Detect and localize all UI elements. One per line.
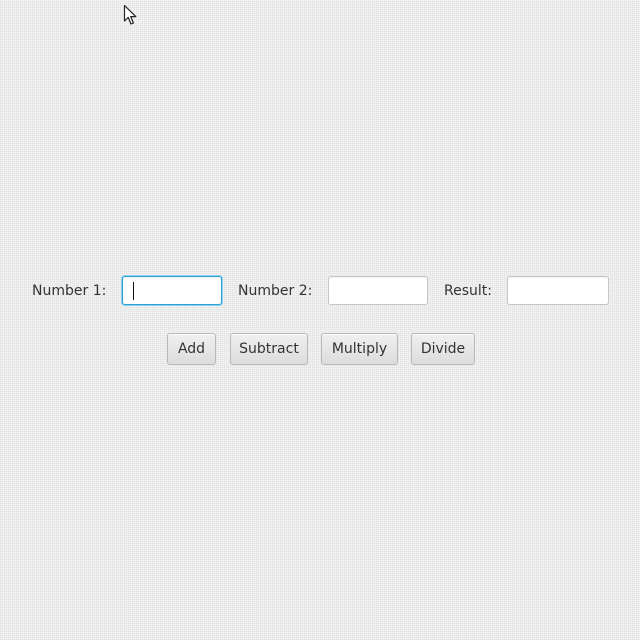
number2-label: Number 2: [238, 283, 313, 299]
result-output-field[interactable] [507, 276, 609, 305]
add-button[interactable]: Add [167, 333, 216, 365]
result-label: Result: [444, 283, 492, 299]
divide-button[interactable]: Divide [411, 333, 475, 365]
number2-input[interactable] [328, 276, 428, 305]
operation-button-row: Add Subtract Multiply Divide [0, 333, 640, 366]
calculator-input-row: Number 1: Number 2: Result: [0, 275, 640, 307]
text-caret [133, 282, 134, 300]
subtract-button[interactable]: Subtract [230, 333, 308, 365]
multiply-button[interactable]: Multiply [321, 333, 398, 365]
number1-input[interactable] [122, 276, 222, 305]
mouse-cursor-icon [123, 4, 137, 25]
number1-label: Number 1: [32, 283, 107, 299]
